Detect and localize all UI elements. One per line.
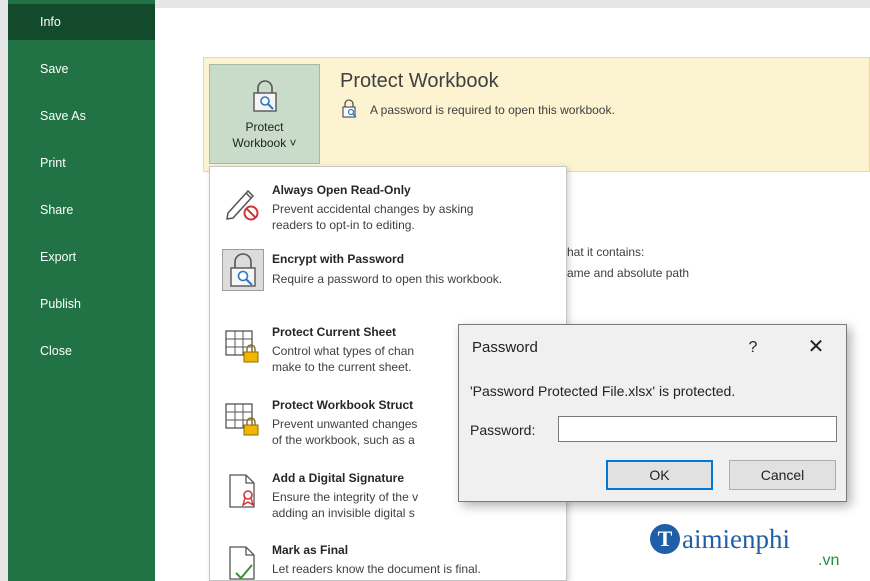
workbook-lock-icon [225,403,259,436]
protect-button-label-line1: Protect [245,120,284,134]
menu-item-title: Always Open Read-Only [272,183,411,197]
nav-publish[interactable]: Publish [8,286,155,322]
protect-description: A password is required to open this work… [370,103,615,117]
nav-share[interactable]: Share [8,192,155,228]
nav-save-as[interactable]: Save As [8,98,155,134]
dialog-title: Password [472,339,538,356]
pencil-no-icon [226,189,259,221]
menu-item-always-open-read-only[interactable]: Always Open Read-Only Prevent accidental… [210,173,566,239]
nav-save[interactable]: Save [8,51,155,87]
watermark: T aimienphi .vn [648,520,848,575]
lock-icon [342,99,357,118]
menu-item-mark-as-final[interactable]: Mark as Final Let readers know the docum… [210,537,566,580]
dialog-message: 'Password Protected File.xlsx' is protec… [470,383,736,399]
info-text-line: hat it contains: [567,245,645,259]
menu-item-title: Protect Current Sheet [272,325,397,339]
menu-item-description: Let readers know the document is final. [272,562,481,576]
menu-item-description: Ensure the integrity of the v adding an … [272,490,419,520]
ok-button[interactable]: OK [606,460,713,490]
taimienphi-logo: T aimienphi .vn [650,524,839,569]
svg-text:T: T [658,526,673,551]
protect-button-label-line2: Workbook ˅ [232,136,297,150]
lock-search-icon [253,80,277,112]
password-dialog: Password ? ✕ 'Password Protected File.xl… [458,324,847,502]
lock-search-icon [230,253,256,287]
protect-workbook-button[interactable]: Protect Workbook ˅ [209,64,320,164]
menu-item-description: Prevent accidental changes by asking rea… [272,202,474,232]
menu-item-encrypt-with-password[interactable]: Encrypt with Password Require a password… [210,243,566,299]
signature-icon [229,474,255,508]
cancel-button[interactable]: Cancel [729,460,836,490]
close-icon[interactable]: ✕ [801,333,831,361]
menu-item-description: Prevent unwanted changes of the workbook… [272,417,418,447]
menu-item-description: Require a password to open this workbook… [272,272,503,286]
password-label: Password: [470,422,536,438]
menu-item-title: Protect Workbook Struct [272,398,414,412]
menu-item-title: Encrypt with Password [272,252,405,266]
info-text-line: ame and absolute path [567,266,690,280]
nav-info[interactable]: Info [8,4,155,40]
help-icon[interactable]: ? [741,336,765,360]
svg-text:.vn: .vn [818,552,839,569]
password-input[interactable] [558,416,837,442]
menu-item-title: Add a Digital Signature [272,471,405,485]
nav-export[interactable]: Export [8,239,155,275]
nav-print[interactable]: Print [8,145,155,181]
nav-close[interactable]: Close [8,333,155,369]
sheet-lock-icon [225,330,259,363]
svg-text:aimienphi: aimienphi [682,524,790,554]
document-final-icon [229,546,255,580]
menu-item-title: Mark as Final [272,543,349,557]
protect-title: Protect Workbook [340,70,499,92]
backstage-sidebar: Info Save Save As Print Share Export Pub… [8,0,155,581]
menu-item-description: Control what types of chan make to the c… [272,344,415,374]
